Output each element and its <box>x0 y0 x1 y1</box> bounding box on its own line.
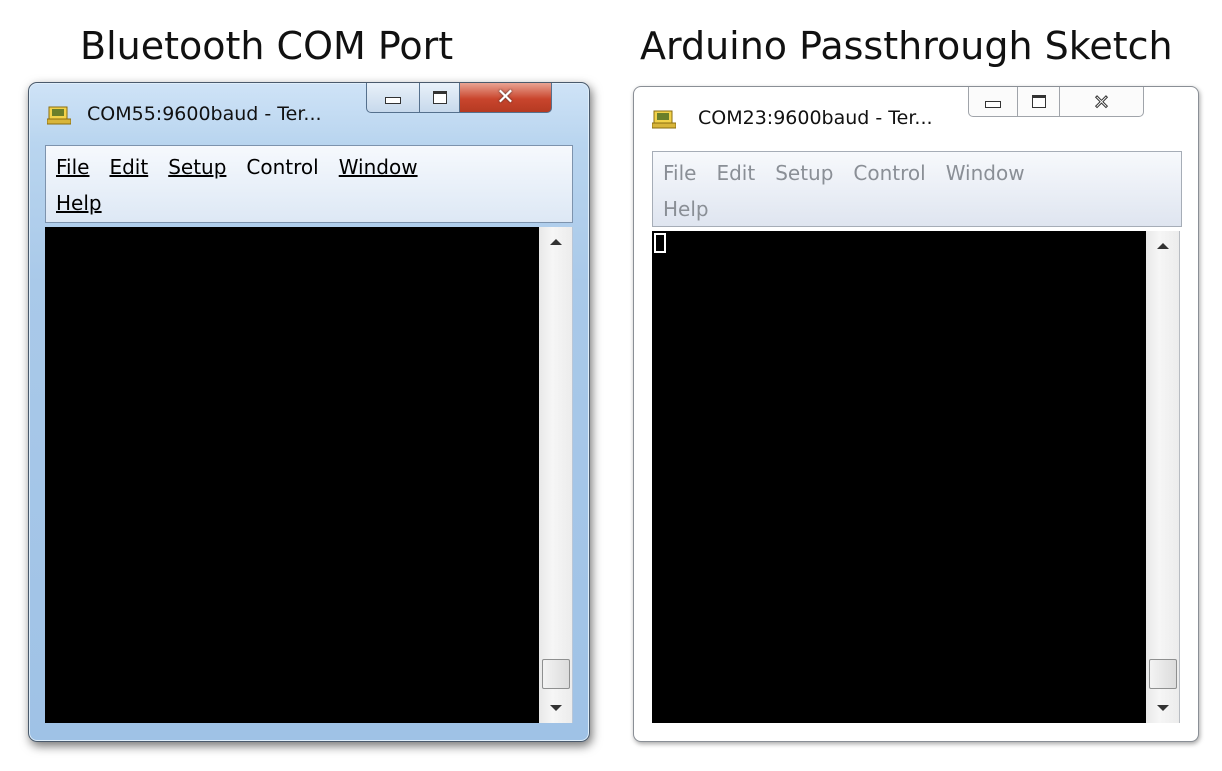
menu-window[interactable]: Window <box>946 158 1025 188</box>
title-bar[interactable]: COM23:9600baud - Ter... ✕ <box>634 87 1198 145</box>
title-bar[interactable]: COM55:9600baud - Ter... ✕ <box>29 83 589 141</box>
menu-file-label: File <box>56 155 90 179</box>
arrow-down-icon <box>1157 705 1169 711</box>
scrollbar-thumb[interactable] <box>542 659 570 689</box>
teraterm-app-icon[interactable] <box>47 105 71 125</box>
maximize-icon <box>1031 95 1046 108</box>
terminal-window-com23[interactable]: COM23:9600baud - Ter... ✕ File Edit Setu… <box>633 86 1199 742</box>
menu-help[interactable]: Help <box>663 194 709 224</box>
menu-bar: File Edit Setup Control Window Help <box>652 151 1182 227</box>
text-cursor <box>654 233 666 253</box>
close-button[interactable]: ✕ <box>460 83 552 113</box>
menu-edit-label: Edit <box>109 155 149 179</box>
scrollbar-thumb[interactable] <box>1149 659 1177 689</box>
vertical-scrollbar[interactable] <box>539 227 573 723</box>
menu-help-label: Help <box>56 191 102 215</box>
teraterm-app-icon[interactable] <box>652 109 676 129</box>
scroll-down-button[interactable] <box>1146 693 1180 723</box>
terminal-screen[interactable] <box>652 231 1146 723</box>
arrow-up-icon <box>550 239 562 245</box>
close-icon: ✕ <box>1093 89 1111 114</box>
menu-setup[interactable]: Setup <box>775 158 833 188</box>
arrow-up-icon <box>1157 243 1169 249</box>
maximize-button[interactable] <box>1018 87 1060 117</box>
scroll-up-button[interactable] <box>539 227 573 257</box>
menu-bar: File Edit Setup Control Window Help <box>45 145 573 223</box>
maximize-button[interactable] <box>420 83 460 113</box>
close-icon: ✕ <box>496 84 515 110</box>
terminal-screen[interactable] <box>45 227 539 723</box>
scroll-down-button[interactable] <box>539 693 573 723</box>
menu-edit[interactable]: Edit <box>109 152 148 182</box>
menu-file[interactable]: File <box>56 152 89 182</box>
menu-control[interactable]: Control <box>853 158 925 188</box>
caption-buttons: ✕ <box>968 87 1144 121</box>
minimize-button[interactable] <box>366 83 420 113</box>
caption-bluetooth-com-port: Bluetooth COM Port <box>80 24 454 68</box>
arrow-down-icon <box>550 705 562 711</box>
menu-file[interactable]: File <box>663 158 696 188</box>
window-title: COM23:9600baud - Ter... <box>698 107 933 129</box>
maximize-icon <box>432 91 447 104</box>
minimize-icon <box>385 97 401 104</box>
menu-help[interactable]: Help <box>56 188 102 218</box>
menu-setup-label: Setup <box>168 155 227 179</box>
minimize-icon <box>985 101 1001 108</box>
close-button[interactable]: ✕ <box>1060 87 1144 117</box>
caption-arduino-passthrough-sketch: Arduino Passthrough Sketch <box>640 24 1173 68</box>
scroll-up-button[interactable] <box>1146 231 1180 261</box>
menu-setup[interactable]: Setup <box>168 152 226 182</box>
menu-control-label: Control <box>246 155 319 179</box>
menu-control[interactable]: Control <box>246 152 318 182</box>
menu-window-label: Window <box>338 155 418 179</box>
minimize-button[interactable] <box>968 87 1018 117</box>
caption-buttons: ✕ <box>366 83 552 117</box>
menu-edit[interactable]: Edit <box>716 158 755 188</box>
menu-window[interactable]: Window <box>339 152 418 182</box>
terminal-window-com55[interactable]: COM55:9600baud - Ter... ✕ File Edit Setu… <box>28 82 590 742</box>
window-title: COM55:9600baud - Ter... <box>87 103 322 125</box>
vertical-scrollbar[interactable] <box>1146 231 1180 723</box>
